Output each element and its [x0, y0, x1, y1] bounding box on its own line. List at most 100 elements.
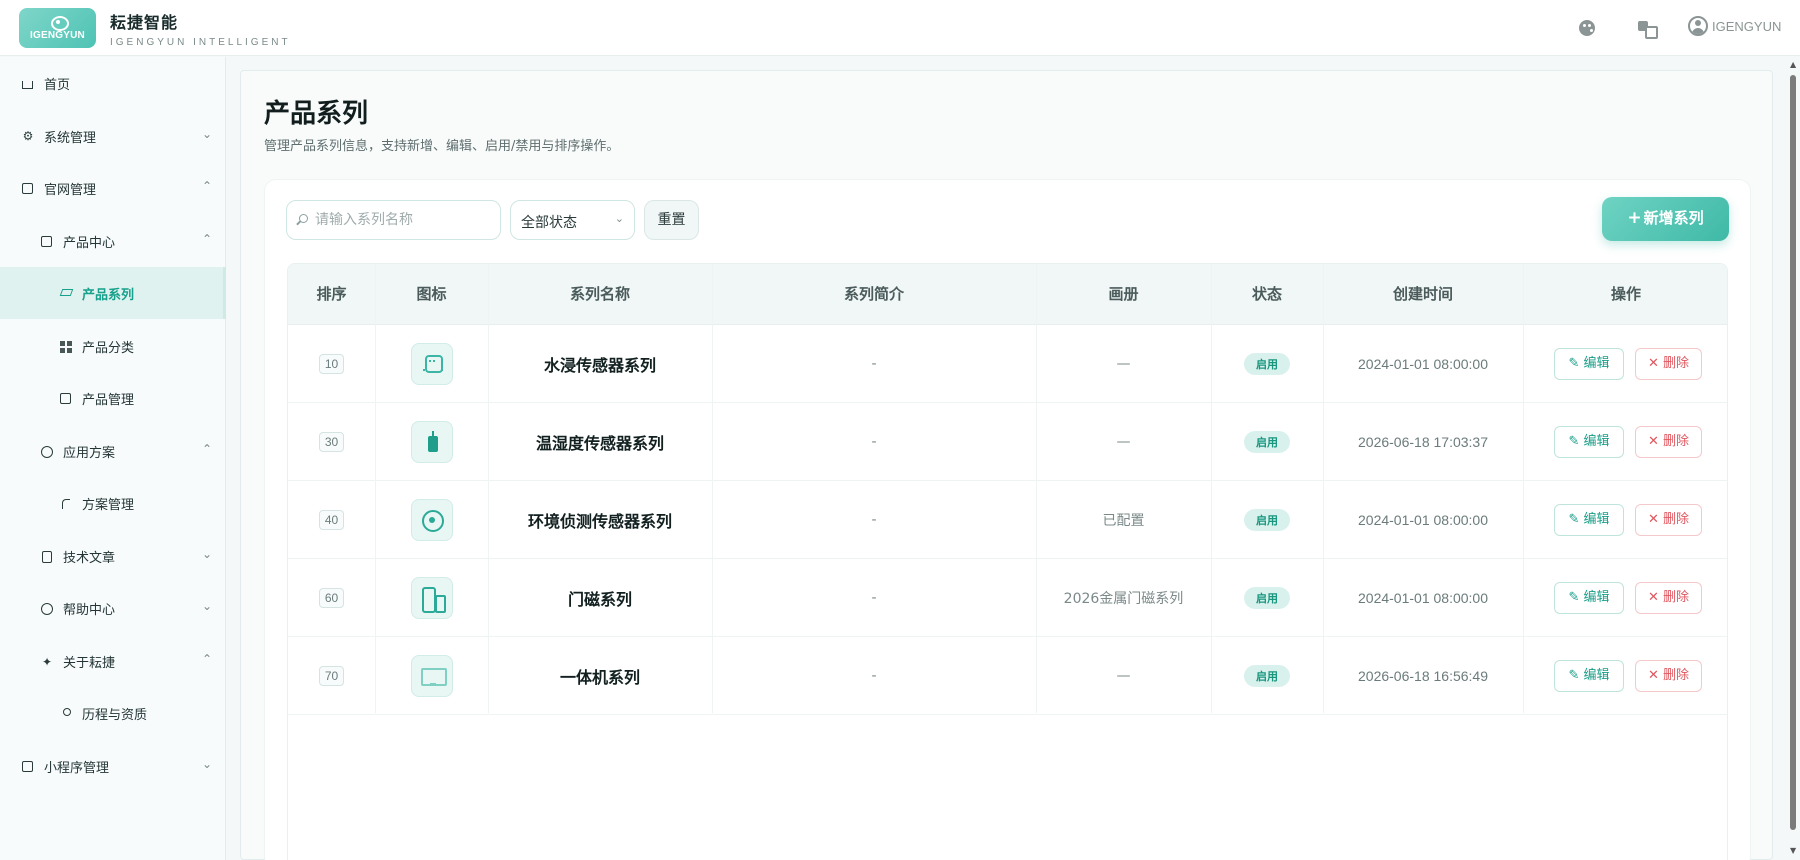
chevron-down-icon: ⌄ [201, 547, 212, 561]
settings-icon: ⚙ [22, 129, 34, 143]
sidebar-item-website[interactable]: 官网管理 ⌃ [0, 162, 226, 214]
chevron-up-icon: ⌃ [201, 442, 212, 456]
search-input[interactable] [315, 201, 495, 239]
delete-button[interactable]: ✕ 删除 [1635, 348, 1702, 380]
main-content: 产品系列 管理产品系列信息，支持新增、编辑、启用/禁用与排序操作。 全部状态 ⌄… [240, 70, 1773, 860]
series-intro: - [871, 512, 877, 528]
delete-button[interactable]: ✕ 删除 [1635, 582, 1702, 614]
compass-icon [41, 446, 53, 458]
series-name: 门磁系列 [567, 590, 632, 609]
sidebar-item-home[interactable]: 首页 [0, 57, 226, 109]
table-row: 40 环境侦测传感器系列 - 已配置 启用 2024-01-01 08:00:0… [288, 481, 1727, 559]
add-series-label: 新增系列 [1643, 209, 1704, 227]
status-select[interactable]: 全部状态 ⌄ [510, 200, 635, 240]
sidebar-item-label: 官网管理 [44, 183, 97, 198]
cube-icon [22, 761, 33, 772]
column-header-icon: 图标 [416, 285, 447, 303]
pencil-icon: ✎ [1568, 668, 1580, 683]
sidebar-item-solutions[interactable]: 应用方案 ⌃ [0, 425, 226, 477]
close-icon: ✕ [1647, 668, 1659, 683]
edit-button[interactable]: ✎ 编辑 [1554, 348, 1624, 380]
chevron-up-icon: ⌃ [201, 179, 212, 193]
sidebar-item-label: 产品管理 [82, 393, 135, 408]
sidebar-item-about[interactable]: ✦ 关于耘捷 ⌃ [0, 635, 226, 687]
series-intro: - [871, 590, 877, 606]
logo[interactable]: IGENGYUN [19, 8, 96, 48]
scrollbar-thumb[interactable] [1790, 75, 1796, 830]
user-avatar-icon [1688, 16, 1708, 36]
sidebar-item-solution-management[interactable]: 方案管理 [0, 477, 226, 529]
created-time: 2026-06-18 16:56:49 [1358, 668, 1488, 684]
sidebar-item-system[interactable]: ⚙ 系统管理 ⌄ [0, 110, 226, 162]
sidebar-item-label: 技术文章 [63, 551, 116, 566]
help-icon [41, 603, 53, 615]
scroll-up-arrow-icon[interactable]: ▲ [1790, 60, 1796, 69]
edit-label: 编辑 [1583, 434, 1610, 449]
delete-button[interactable]: ✕ 删除 [1635, 426, 1702, 458]
scroll-down-arrow-icon[interactable]: ▼ [1790, 846, 1796, 855]
chevron-down-icon: ⌄ [201, 599, 212, 613]
status-badge[interactable]: 启用 [1244, 431, 1290, 453]
series-intro: - [871, 668, 877, 684]
search-icon [299, 214, 308, 223]
page-description: 管理产品系列信息，支持新增、编辑、启用/禁用与排序操作。 [264, 139, 620, 154]
status-badge[interactable]: 启用 [1244, 353, 1290, 375]
pencil-icon: ✎ [1568, 512, 1580, 527]
status-badge[interactable]: 启用 [1244, 665, 1290, 687]
logo-mark-icon [49, 15, 69, 31]
sidebar-item-product-center[interactable]: 产品中心 ⌃ [0, 215, 226, 267]
pencil-icon: ✎ [1568, 434, 1580, 449]
translate-icon[interactable] [1636, 18, 1658, 39]
sidebar-item-label: 系统管理 [44, 131, 97, 146]
delete-button[interactable]: ✕ 删除 [1635, 504, 1702, 536]
sidebar-item-label: 首页 [44, 78, 71, 93]
sidebar-item-help-center[interactable]: 帮助中心 ⌄ [0, 582, 226, 634]
sidebar-item-product-category[interactable]: 产品分类 [0, 320, 226, 372]
user-menu[interactable]: IGENGYUN [1688, 16, 1781, 36]
sidebar-item-label: 应用方案 [63, 446, 116, 461]
chevron-down-icon: ⌄ [614, 212, 624, 225]
table-row: 10 水浸传感器系列 - — 启用 2024-01-01 08:00:00 ✎ … [288, 325, 1727, 403]
sidebar-item-product-management[interactable]: 产品管理 [0, 372, 226, 424]
sidebar-item-mini-program[interactable]: 小程序管理 ⌄ [0, 740, 226, 792]
chevron-down-icon: ⌄ [201, 127, 212, 141]
sidebar-item-label: 产品中心 [63, 236, 116, 251]
chevron-up-icon: ⌃ [201, 232, 212, 246]
edit-button[interactable]: ✎ 编辑 [1554, 426, 1624, 458]
add-series-button[interactable]: + 新增系列 [1602, 197, 1729, 241]
chevron-down-icon: ⌄ [201, 757, 212, 771]
sidebar-item-product-series[interactable]: 产品系列 [0, 267, 226, 319]
sidebar-item-label: 方案管理 [82, 498, 135, 513]
delete-label: 删除 [1663, 512, 1690, 527]
top-header: IGENGYUN 耘捷智能 IGENGYUN INTELLIGENT IGENG… [0, 0, 1800, 56]
status-badge[interactable]: 启用 [1244, 509, 1290, 531]
plus-icon: + [1627, 208, 1642, 228]
reset-button[interactable]: 重置 [644, 200, 699, 240]
sidebar-item-history[interactable]: 历程与资质 [0, 687, 226, 739]
series-album: — [1116, 668, 1131, 684]
edit-button[interactable]: ✎ 编辑 [1554, 582, 1624, 614]
status-badge[interactable]: 启用 [1244, 587, 1290, 609]
medal-icon [63, 708, 71, 716]
sort-value: 60 [318, 588, 345, 608]
page-title: 产品系列 [264, 99, 369, 129]
edit-button[interactable]: ✎ 编辑 [1554, 660, 1624, 692]
search-box[interactable] [286, 200, 501, 240]
created-time: 2024-01-01 08:00:00 [1358, 512, 1488, 528]
delete-button[interactable]: ✕ 删除 [1635, 660, 1702, 692]
column-header-created: 创建时间 [1392, 285, 1453, 303]
sidebar-item-tech-articles[interactable]: 技术文章 ⌄ [0, 530, 226, 582]
sort-value: 70 [318, 666, 345, 686]
brand: 耘捷智能 IGENGYUN INTELLIGENT [110, 9, 291, 48]
water-sensor-icon [410, 343, 453, 385]
sparkle-icon: ✦ [41, 655, 53, 669]
edit-label: 编辑 [1583, 356, 1610, 371]
door-sensor-icon [410, 577, 453, 619]
palette-icon[interactable] [1577, 18, 1597, 38]
temp-humidity-sensor-icon [410, 421, 453, 463]
edit-button[interactable]: ✎ 编辑 [1554, 504, 1624, 536]
page-scrollbar[interactable] [1789, 60, 1797, 855]
series-album: 已配置 [1102, 513, 1145, 529]
all-in-one-screen-icon [410, 655, 453, 697]
column-header-actions: 操作 [1610, 285, 1641, 303]
